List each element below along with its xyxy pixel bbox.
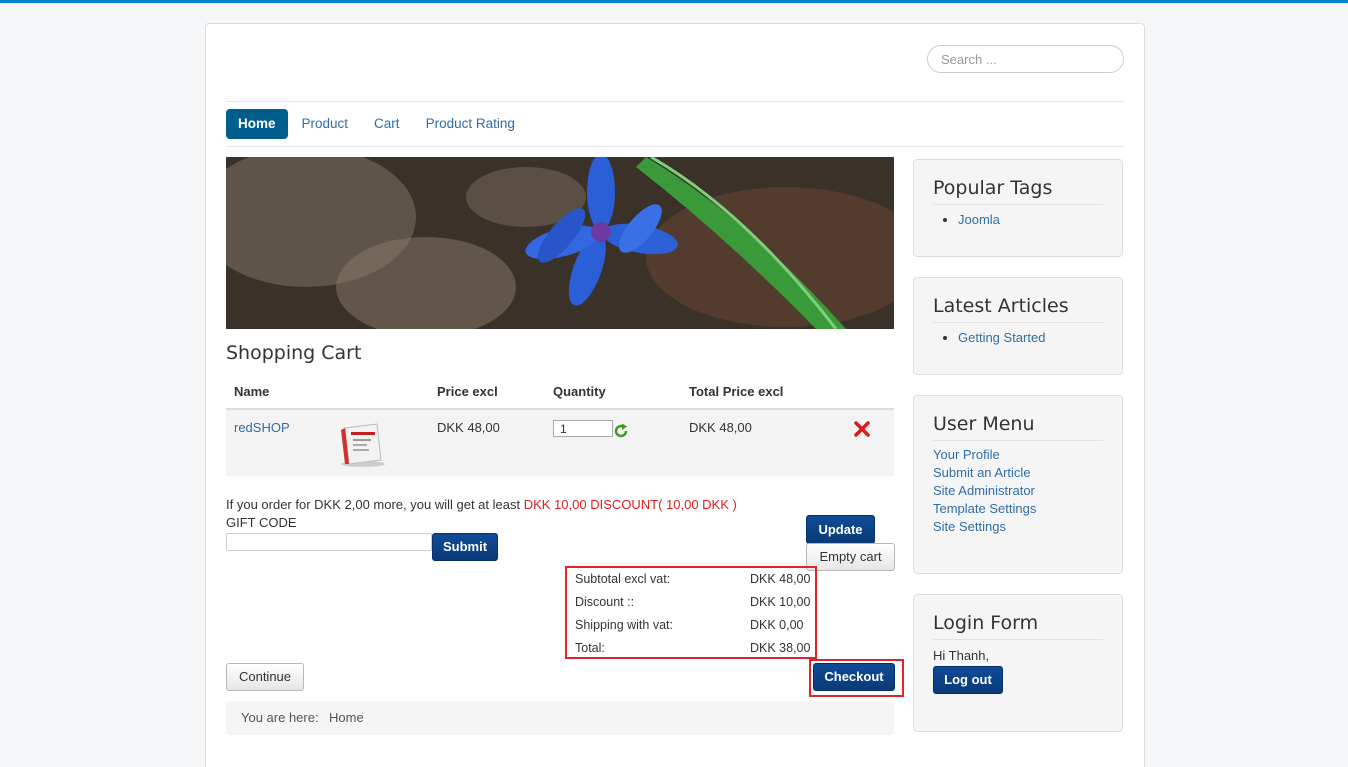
cart-title: Shopping Cart [226,342,362,364]
user-menu-links: Your Profile Submit an Article Site Admi… [933,446,1036,536]
refresh-icon[interactable] [613,423,629,439]
nav-divider [226,146,1124,147]
latest-articles-title: Latest Articles [933,295,1103,323]
delete-icon[interactable] [853,420,871,438]
discount-notice-text: If you order for DKK 2,00 more, you will… [226,497,524,512]
col-quantity: Quantity [553,384,606,399]
user-menu-title: User Menu [933,413,1103,441]
submit-gift-code-button[interactable]: Submit [432,533,498,561]
menu-link-site-administrator[interactable]: Site Administrator [933,482,1036,500]
breadcrumb-current: Home [329,710,364,725]
search-input[interactable] [927,45,1124,73]
discount-highlight: DKK 10,00 DISCOUNT( 10,00 DKK ) [523,497,737,512]
tag-link-joomla[interactable]: Joomla [958,212,1000,227]
shipping-label: Shipping with vat: [575,618,673,632]
article-link-getting-started[interactable]: Getting Started [958,330,1045,345]
list-item: Getting Started [958,330,1045,345]
latest-articles-list: Getting Started [958,330,1045,345]
page-container: Home Product Cart Product Rating Sho [205,23,1145,767]
nav-item-home[interactable]: Home [226,109,288,139]
update-button[interactable]: Update [806,515,875,544]
col-total: Total Price excl [689,384,784,399]
quantity-input[interactable] [553,420,613,437]
menu-link-submit-article[interactable]: Submit an Article [933,464,1036,482]
product-name-link[interactable]: redSHOP [234,420,290,435]
checkout-button[interactable]: Checkout [813,663,895,691]
latest-articles-module: Latest Articles Getting Started [913,277,1123,375]
cart-table-header: Name Price excl Quantity Total Price exc… [226,376,894,410]
list-item: Joomla [958,212,1000,227]
total-value: DKK 38,00 [750,641,811,655]
col-price: Price excl [437,384,498,399]
breadcrumb: You are here: Home [226,701,894,735]
popular-tags-module: Popular Tags Joomla [913,159,1123,257]
header-divider [226,101,1124,102]
main-nav: Home Product Cart Product Rating [226,109,529,139]
table-row: redSHOP DKK 48,00 DKK 48,00 [226,410,894,476]
login-greeting: Hi Thanh, [933,648,990,663]
col-name: Name [234,384,270,399]
empty-cart-button[interactable]: Empty cart [806,543,895,571]
menu-link-site-settings[interactable]: Site Settings [933,518,1036,536]
nav-item-product[interactable]: Product [290,109,361,139]
discount-label: Discount :: [575,595,635,609]
continue-button[interactable]: Continue [226,663,304,691]
user-menu-module: User Menu Your Profile Submit an Article… [913,395,1123,574]
menu-link-your-profile[interactable]: Your Profile [933,446,1036,464]
cart-totals-box: Subtotal excl vat: DKK 48,00 Discount ::… [565,566,817,659]
gift-code-input[interactable] [226,533,432,551]
login-form-title: Login Form [933,612,1103,640]
menu-link-template-settings[interactable]: Template Settings [933,500,1036,518]
discount-value: DKK 10,00 [750,595,811,609]
nav-item-cart[interactable]: Cart [362,109,412,139]
gift-code-label: GIFT CODE [226,515,297,530]
nav-item-product-rating[interactable]: Product Rating [414,109,527,139]
discount-notice: If you order for DKK 2,00 more, you will… [226,497,737,512]
subtotal-label: Subtotal excl vat: [575,572,671,586]
login-form-module: Login Form Hi Thanh, Log out [913,594,1123,732]
breadcrumb-prefix: You are here: [241,710,319,725]
shipping-value: DKK 0,00 [750,618,804,632]
product-price: DKK 48,00 [437,420,500,435]
popular-tags-list: Joomla [958,212,1000,227]
logout-button[interactable]: Log out [933,666,1003,694]
subtotal-value: DKK 48,00 [750,572,811,586]
header-banner-image [226,157,894,329]
product-thumbnail[interactable] [339,420,387,468]
product-total: DKK 48,00 [689,420,752,435]
total-label: Total: [575,641,605,655]
popular-tags-title: Popular Tags [933,177,1103,205]
